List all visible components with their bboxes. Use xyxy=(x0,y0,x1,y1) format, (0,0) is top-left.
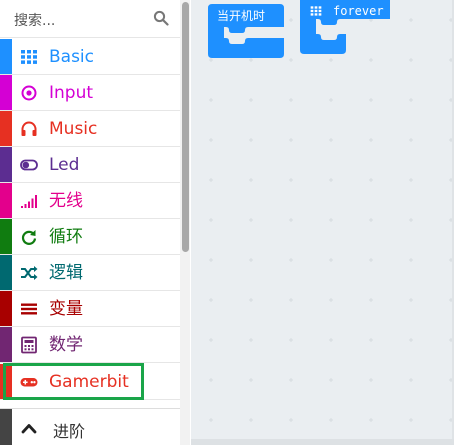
workspace-grid xyxy=(209,18,453,422)
forever-block[interactable]: forever xyxy=(300,0,390,54)
scrollbar-thumb[interactable] xyxy=(182,2,189,252)
on-start-block[interactable]: 当开机时 xyxy=(208,4,284,58)
category-variables[interactable]: 变量 xyxy=(0,291,180,327)
category-label: Music xyxy=(49,119,98,139)
category-label: Led xyxy=(49,155,80,175)
category-color-stripe xyxy=(0,39,12,74)
category-color-stripe xyxy=(0,327,12,362)
category-music[interactable]: Music xyxy=(0,111,180,147)
category-color-stripe xyxy=(0,291,12,326)
category-advanced[interactable]: 进阶 xyxy=(0,408,180,445)
category-color-stripe xyxy=(0,255,12,290)
category-color-stripe xyxy=(0,409,12,445)
category-label: 变量 xyxy=(49,299,83,319)
category-label: 数学 xyxy=(49,335,83,355)
category-label: Gamerbit xyxy=(49,372,129,392)
category-color-stripe xyxy=(0,147,12,182)
gamepad-icon xyxy=(20,378,38,387)
grid-icon xyxy=(21,50,37,64)
calculator-icon xyxy=(21,336,37,354)
search-icon[interactable] xyxy=(153,10,169,26)
on-start-block-label: 当开机时 xyxy=(217,9,266,23)
search-box[interactable]: 搜索... xyxy=(0,0,180,38)
category-radio[interactable]: 无线 xyxy=(0,183,180,219)
search-input[interactable]: 搜索... xyxy=(14,10,55,30)
refresh-icon xyxy=(21,230,37,245)
category-logic[interactable]: 逻辑 xyxy=(0,255,180,291)
workspace-scrollbar[interactable] xyxy=(191,439,454,445)
category-color-stripe xyxy=(0,183,12,218)
category-label: Basic xyxy=(49,47,95,67)
toolbox-sidebar: 搜索... Basic Input Music Led 无线 循环 逻辑 变量 … xyxy=(0,0,190,445)
category-led[interactable]: Led xyxy=(0,147,180,183)
toolbox-scrollbar[interactable] xyxy=(180,0,190,445)
category-math[interactable]: 数学 xyxy=(0,327,180,363)
shuffle-icon xyxy=(21,266,38,280)
category-label: 循环 xyxy=(49,227,83,247)
category-label: 逻辑 xyxy=(49,263,83,283)
list-icon xyxy=(21,303,37,315)
category-basic[interactable]: Basic xyxy=(0,39,180,75)
signal-bars-icon xyxy=(21,195,37,208)
headphones-icon xyxy=(21,121,37,136)
grid-icon xyxy=(310,6,322,16)
blocks-workspace[interactable]: 当开机时 forever xyxy=(191,0,454,445)
category-color-stripe xyxy=(0,364,12,399)
category-label: 无线 xyxy=(49,191,83,211)
target-icon xyxy=(21,85,37,101)
category-input[interactable]: Input xyxy=(0,75,180,111)
chevron-up-icon xyxy=(21,424,37,434)
category-color-stripe xyxy=(0,219,12,254)
category-color-stripe xyxy=(0,75,12,110)
category-loops[interactable]: 循环 xyxy=(0,219,180,255)
category-gamerbit[interactable]: Gamerbit xyxy=(0,364,180,400)
category-label: 进阶 xyxy=(53,422,86,441)
forever-block-label: forever xyxy=(333,4,384,18)
category-color-stripe xyxy=(0,111,12,146)
toggle-icon xyxy=(20,159,38,171)
category-label: Input xyxy=(49,83,94,103)
